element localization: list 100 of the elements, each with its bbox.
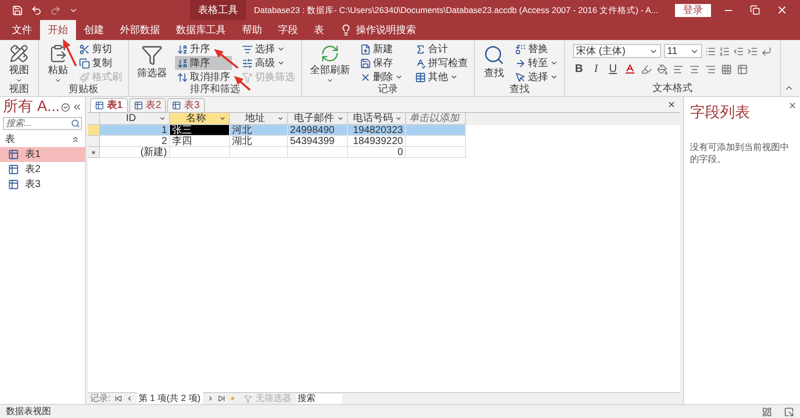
- table-row[interactable]: 1 张三 河北 24998490 194820323: [88, 125, 466, 136]
- row-selector[interactable]: [88, 147, 100, 158]
- paragraph-direction-icon[interactable]: [761, 46, 772, 56]
- scissors-icon: [79, 44, 90, 54]
- document-tab[interactable]: 表2: [128, 98, 166, 112]
- pane-title: 所有 A...: [3, 96, 60, 117]
- lightbulb-icon: [340, 24, 352, 36]
- indent-increase-icon[interactable]: [747, 46, 758, 56]
- ribbon-button[interactable]: 选择: [240, 42, 297, 56]
- ribbon-button[interactable]: 删除: [358, 70, 405, 84]
- ribbon-tab[interactable]: 表: [306, 20, 332, 40]
- ribbon-tab[interactable]: 外部数据: [112, 20, 168, 40]
- ribbon-button[interactable]: 视图: [4, 40, 34, 84]
- ribbon-button[interactable]: 合计: [413, 42, 470, 56]
- ribbon-button[interactable]: 筛选器: [133, 40, 171, 84]
- ribbon-button[interactable]: 高级: [240, 56, 297, 70]
- search-field[interactable]: 搜索: [296, 394, 342, 404]
- ribbon-button[interactable]: 保存: [358, 56, 405, 70]
- ribbon-button[interactable]: 剪切: [77, 42, 124, 56]
- previous-record-icon[interactable]: [126, 395, 133, 402]
- next-record-icon[interactable]: [206, 395, 214, 402]
- alternate-row-icon[interactable]: [737, 64, 748, 74]
- tell-me-search[interactable]: 操作说明搜索: [356, 22, 416, 38]
- pane-menu-icon[interactable]: [61, 102, 70, 112]
- restore-icon[interactable]: [750, 5, 760, 15]
- format-button[interactable]: U: [607, 63, 619, 75]
- indent-decrease-icon[interactable]: [733, 46, 744, 56]
- ribbon-button[interactable]: 其他: [413, 70, 470, 84]
- table-cell: 0: [348, 147, 406, 158]
- ribbon-tab[interactable]: 帮助: [234, 20, 270, 40]
- paint-bucket-icon[interactable]: [657, 64, 668, 74]
- undo-icon[interactable]: [31, 4, 42, 16]
- table-icon: [8, 179, 19, 190]
- table-row[interactable]: (新建) 0: [88, 147, 466, 158]
- highlighter-icon[interactable]: [641, 64, 652, 74]
- ribbon-button[interactable]: 替换: [513, 42, 560, 56]
- last-record-icon[interactable]: [218, 395, 225, 402]
- nav-item[interactable]: 表2: [0, 162, 85, 177]
- gridlines-icon[interactable]: [721, 64, 732, 74]
- align-left-icon[interactable]: [673, 64, 684, 74]
- nav-item[interactable]: 表3: [0, 177, 85, 192]
- first-record-icon[interactable]: [114, 395, 122, 402]
- datasheet-view-icon[interactable]: [762, 406, 772, 416]
- ribbon-button[interactable]: 升序: [175, 42, 232, 56]
- ribbon-button[interactable]: 选择: [513, 70, 560, 84]
- close-icon[interactable]: [788, 101, 797, 110]
- save-icon[interactable]: [12, 4, 23, 16]
- table-cell: 张三: [170, 125, 230, 136]
- filter-off-icon: [242, 72, 253, 82]
- funnel-icon: [141, 44, 163, 66]
- collapse-icon[interactable]: [72, 102, 82, 112]
- table-cell: 河北: [230, 125, 288, 136]
- format-button[interactable]: I: [590, 63, 602, 75]
- table-row[interactable]: 2 李四 湖北 54394399 184939220: [88, 136, 466, 147]
- ribbon-button[interactable]: 转至: [513, 56, 560, 70]
- close-icon[interactable]: [776, 4, 788, 16]
- new-record-icon: [360, 44, 371, 54]
- ribbon-button[interactable]: 取消排序: [175, 70, 232, 84]
- search-field[interactable]: 搜索...: [3, 117, 82, 130]
- ribbon-tab[interactable]: 字段: [270, 20, 306, 40]
- caret-icon: [450, 73, 458, 81]
- search-icon: [71, 119, 80, 128]
- caret-icon: [395, 115, 402, 122]
- sign-in-button[interactable]: 登录: [675, 4, 711, 16]
- record-label: 记录:: [90, 392, 111, 405]
- bullet-list-icon[interactable]: [705, 46, 716, 56]
- close-icon[interactable]: [667, 100, 676, 109]
- arrow-right-icon: [515, 58, 526, 68]
- ribbon-button[interactable]: 查找: [479, 40, 509, 84]
- ribbon-button[interactable]: 新建: [358, 42, 405, 56]
- ribbon-button[interactable]: 粘贴: [43, 40, 73, 84]
- font-size-select[interactable]: 11: [664, 44, 702, 58]
- table-cell: (新建): [100, 147, 170, 158]
- ribbon-tab[interactable]: 开始: [40, 20, 76, 40]
- document-tab[interactable]: 表3: [167, 98, 205, 112]
- ribbon-button[interactable]: 降序: [175, 56, 232, 70]
- align-center-icon[interactable]: [689, 64, 700, 74]
- collapse-section-icon[interactable]: [71, 135, 80, 144]
- align-right-icon[interactable]: [705, 64, 716, 74]
- group-label: 查找: [508, 84, 530, 97]
- search-icon: [483, 44, 505, 66]
- font-color-icon[interactable]: [624, 63, 636, 75]
- table-cell: 李四: [170, 136, 230, 147]
- ribbon-tab[interactable]: 数据库工具: [168, 20, 234, 40]
- copy-icon: [79, 58, 90, 68]
- document-tab[interactable]: 表1: [90, 98, 128, 112]
- numbered-list-icon[interactable]: [719, 46, 730, 56]
- ribbon-tab[interactable]: 文件: [4, 20, 40, 40]
- pane-title: 字段列表: [690, 103, 750, 123]
- font-select[interactable]: 宋体 (主体): [573, 44, 661, 58]
- ribbon-button[interactable]: 全部刷新: [306, 40, 354, 84]
- caret-icon: [159, 115, 166, 122]
- design-view-icon[interactable]: [784, 406, 794, 416]
- column-header[interactable]: 名称: [170, 113, 230, 125]
- ribbon-button[interactable]: 拼写检查: [413, 56, 470, 70]
- ribbon-button[interactable]: 复制: [77, 56, 124, 70]
- nav-item[interactable]: 表1: [0, 147, 85, 162]
- table-icon: [8, 164, 19, 175]
- ribbon-tab[interactable]: 创建: [76, 20, 112, 40]
- format-button[interactable]: B: [573, 63, 585, 75]
